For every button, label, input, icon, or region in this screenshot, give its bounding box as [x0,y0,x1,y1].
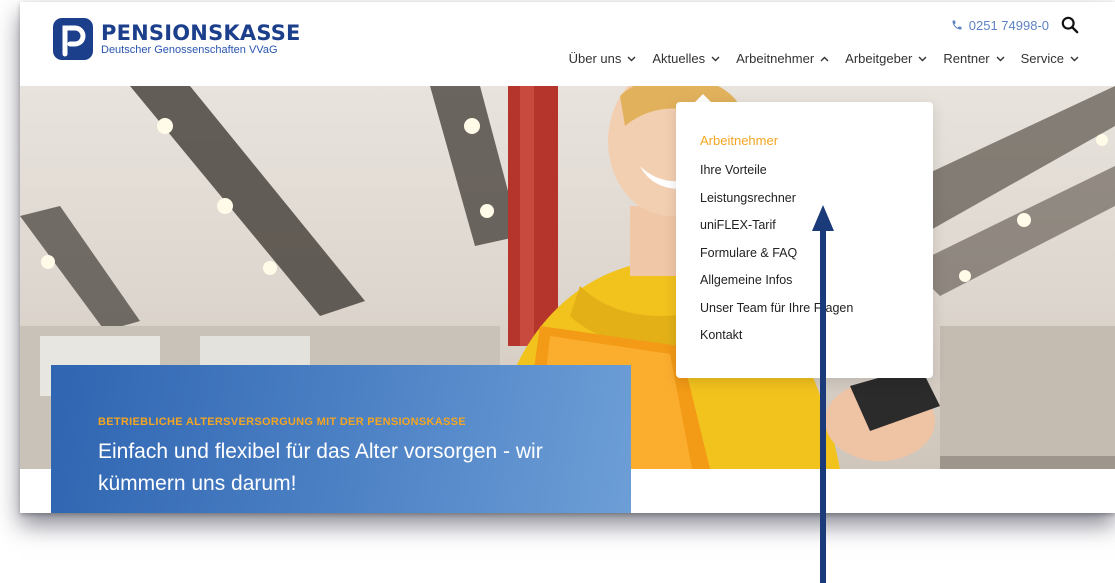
phone-number: 0251 74998-0 [968,17,1049,33]
teaser-eyebrow: BETRIEBLICHE ALTERSVERSORGUNG MIT DER PE… [98,416,466,428]
arbeitnehmer-dropdown-menu: Arbeitnehmer Ihre Vorteile Leistungsrech… [676,102,933,378]
logo-title: PENSIONSKASSE [101,20,301,45]
annotation-arrow-icon [812,205,834,583]
nav-item-label: Über uns [568,51,622,66]
chevron-up-icon [820,56,829,61]
nav-item-rentner[interactable]: Rentner [943,51,1005,66]
nav-item-arbeitgeber[interactable]: Arbeitgeber [845,51,927,66]
header-topbar: 0251 74998-0 [951,16,1079,34]
site-logo[interactable]: PENSIONSKASSE Deutscher Genossenschaften… [53,18,301,60]
nav-item-label: Rentner [943,51,990,66]
site-header: PENSIONSKASSE Deutscher Genossenschaften… [20,2,1115,86]
phone-link[interactable]: 0251 74998-0 [951,18,1049,33]
nav-item-arbeitnehmer[interactable]: Arbeitnehmer [736,51,829,66]
nav-item-label: Arbeitnehmer [736,51,815,66]
menu-item-ihre-vorteile[interactable]: Ihre Vorteile [700,162,933,190]
chevron-down-icon [918,56,927,61]
chevron-down-icon [711,56,720,61]
chevron-down-icon [627,56,636,61]
nav-item-label: Service [1020,51,1064,66]
search-icon[interactable] [1061,16,1079,34]
teaser-headline: Einfach und flexibel für das Alter vorso… [98,440,543,495]
nav-item-aktuelles[interactable]: Aktuelles [652,51,720,66]
phone-icon [952,20,962,30]
browser-viewport: PENSIONSKASSE Deutscher Genossenschaften… [20,2,1115,513]
nav-item-ueber-uns[interactable]: Über uns [569,51,637,66]
logo-mark-icon [53,18,93,60]
main-navigation: Über uns Aktuelles Arbeitnehmer Arbeitge… [569,51,1079,66]
chevron-down-icon [1070,56,1079,61]
chevron-down-icon [996,56,1005,61]
hero-teaser-box: BETRIEBLICHE ALTERSVERSORGUNG MIT DER PE… [51,365,631,513]
nav-item-label: Aktuelles [652,51,706,66]
dropdown-caret [695,94,711,102]
nav-item-label: Arbeitgeber [845,51,913,66]
dropdown-heading[interactable]: Arbeitnehmer [700,133,933,148]
nav-item-service[interactable]: Service [1021,51,1079,66]
logo-subtitle: Deutscher Genossenschaften VVaG [101,43,278,56]
